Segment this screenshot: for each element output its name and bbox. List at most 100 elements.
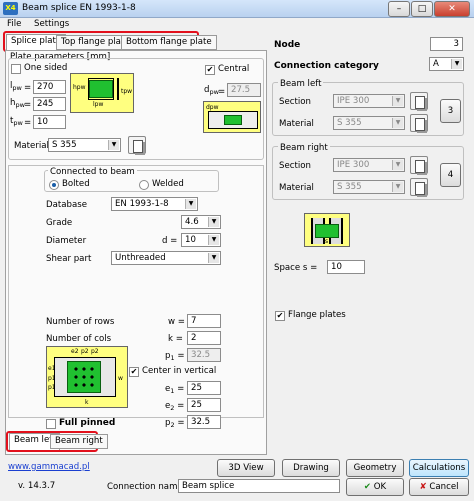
geometry-button[interactable]: Geometry	[346, 459, 404, 477]
flange-plates-label: Flange plates	[288, 310, 346, 320]
chevron-down-icon: ▼	[392, 182, 403, 192]
window-title: Beam splice EN 1993-1-8	[22, 3, 136, 13]
e1-input[interactable]: 25	[187, 381, 221, 395]
welded-radio[interactable]	[139, 180, 149, 190]
shear-part-select[interactable]: Unthreaded ▼	[111, 251, 221, 265]
e2-label: e2 =	[165, 401, 185, 412]
plate-dimensions-figure: hpw lpw tpw	[70, 73, 134, 113]
p1-input[interactable]: 32.5	[187, 348, 221, 362]
chevron-down-icon: ▼	[392, 118, 403, 128]
tpw-label: tpw	[10, 116, 23, 127]
chevron-down-icon: ▼	[185, 199, 196, 209]
connection-name-label: Connection name	[107, 482, 183, 492]
material-label: Material	[14, 141, 49, 151]
bolted-radio[interactable]	[49, 180, 59, 190]
p1-label: p1 =	[165, 351, 185, 362]
left-section-select[interactable]: IPE 300 ▼	[333, 94, 405, 108]
tab-bottom-flange-plate[interactable]: Bottom flange plate	[121, 35, 217, 50]
right-material-database-icon[interactable]	[410, 178, 428, 196]
menu-file[interactable]: File	[7, 19, 21, 29]
right-section-select[interactable]: IPE 300 ▼	[333, 158, 405, 172]
3d-view-button[interactable]: 3D View	[217, 459, 275, 477]
d-label: d =	[162, 236, 178, 246]
version-label: v. 14.3.7	[18, 481, 56, 491]
dpw-input[interactable]: 27.5	[227, 83, 261, 97]
chevron-down-icon: ▼	[108, 140, 119, 150]
database-select[interactable]: EN 1993-1-8 ▼	[111, 197, 198, 211]
rows-input[interactable]: 7	[187, 314, 221, 328]
beam-space-figure: s	[304, 213, 350, 247]
node-input[interactable]: 3	[430, 37, 463, 51]
space-input[interactable]: 10	[327, 260, 365, 274]
cancel-button[interactable]: ✘ Cancel	[409, 478, 469, 496]
p2-label: p2 =	[165, 418, 185, 429]
dpw-label: dpw	[204, 85, 219, 96]
close-button[interactable]: ✕	[434, 1, 470, 17]
section-right-label: Section	[279, 161, 311, 171]
check-icon: ✔	[206, 65, 214, 74]
hpw-input[interactable]: 245	[33, 97, 66, 111]
hpw-label: hpw	[10, 98, 25, 109]
flange-plates-checkbox[interactable]: ✔	[275, 311, 285, 321]
lpw-input[interactable]: 270	[33, 80, 66, 94]
beam-left-label: Beam left	[278, 79, 324, 89]
check-icon: ✔	[130, 367, 138, 376]
drawing-button[interactable]: Drawing	[282, 459, 340, 477]
menu-settings[interactable]: Settings	[34, 19, 69, 29]
chevron-down-icon: ▼	[208, 253, 219, 263]
minimize-button[interactable]: –	[388, 1, 410, 17]
full-pinned-label: Full pinned	[59, 418, 116, 428]
calculations-button[interactable]: Calculations	[409, 459, 469, 477]
left-material-database-icon[interactable]	[410, 114, 428, 132]
database-label: Database	[46, 200, 88, 210]
diameter-select[interactable]: 10 ▼	[181, 233, 221, 247]
material-select[interactable]: S 355 ▼	[48, 138, 121, 152]
app-logo-icon: X4	[3, 2, 18, 15]
central-checkbox[interactable]: ✔	[205, 65, 215, 75]
space-label: Space s =	[274, 263, 318, 273]
check-icon: ✔	[363, 482, 372, 492]
material-database-icon[interactable]	[128, 136, 146, 154]
website-link[interactable]: www.gammacad.pl	[8, 462, 90, 472]
material-right-label: Material	[279, 183, 314, 193]
chevron-down-icon: ▼	[208, 217, 219, 227]
connection-name-input[interactable]: Beam splice	[178, 479, 340, 493]
p2-input[interactable]: 32.5	[187, 415, 221, 429]
right-section-database-icon[interactable]	[410, 156, 428, 174]
left-section-database-icon[interactable]	[410, 92, 428, 110]
bolt-layout-figure: e2 p2 p2 e1 p1 p1 w k	[46, 346, 128, 408]
material-left-label: Material	[279, 119, 314, 129]
one-sided-label: One sided	[24, 63, 68, 73]
beam-right-label: Beam right	[278, 143, 330, 153]
left-beam-node-button[interactable]: 3	[440, 99, 461, 123]
tpw-input[interactable]: 10	[33, 115, 66, 129]
tab-beam-right[interactable]: Beam right	[50, 434, 108, 449]
right-material-select[interactable]: S 355 ▼	[333, 180, 405, 194]
rows-label: Number of rows	[46, 317, 115, 327]
center-vertical-checkbox[interactable]: ✔	[129, 367, 139, 377]
left-material-select[interactable]: S 355 ▼	[333, 116, 405, 130]
section-left-label: Section	[279, 97, 311, 107]
cross-icon: ✘	[419, 482, 427, 492]
connection-category-select[interactable]: A ▼	[429, 57, 464, 71]
lpw-label: lpw	[10, 81, 22, 92]
k-label: k =	[168, 334, 183, 344]
w-label: w =	[168, 317, 185, 327]
menu-bar	[0, 18, 474, 32]
cols-input[interactable]: 2	[187, 331, 221, 345]
ok-button[interactable]: ✔ OK	[346, 478, 404, 496]
grade-select[interactable]: 4.6 ▼	[181, 215, 221, 229]
chevron-down-icon: ▼	[392, 96, 403, 106]
chevron-down-icon: ▼	[451, 59, 462, 69]
right-beam-node-button[interactable]: 4	[440, 163, 461, 187]
plate-offset-figure: dpw	[203, 101, 261, 133]
connected-to-beam-label: Connected to beam	[48, 167, 137, 177]
e1-label: e1 =	[165, 384, 185, 395]
chevron-down-icon: ▼	[392, 160, 403, 170]
connection-category-label: Connection category	[274, 61, 379, 71]
e2-input[interactable]: 25	[187, 398, 221, 412]
one-sided-checkbox[interactable]	[11, 64, 21, 74]
check-icon: ✔	[276, 311, 284, 320]
maximize-button[interactable]: □	[411, 1, 433, 17]
full-pinned-checkbox[interactable]	[46, 419, 56, 429]
